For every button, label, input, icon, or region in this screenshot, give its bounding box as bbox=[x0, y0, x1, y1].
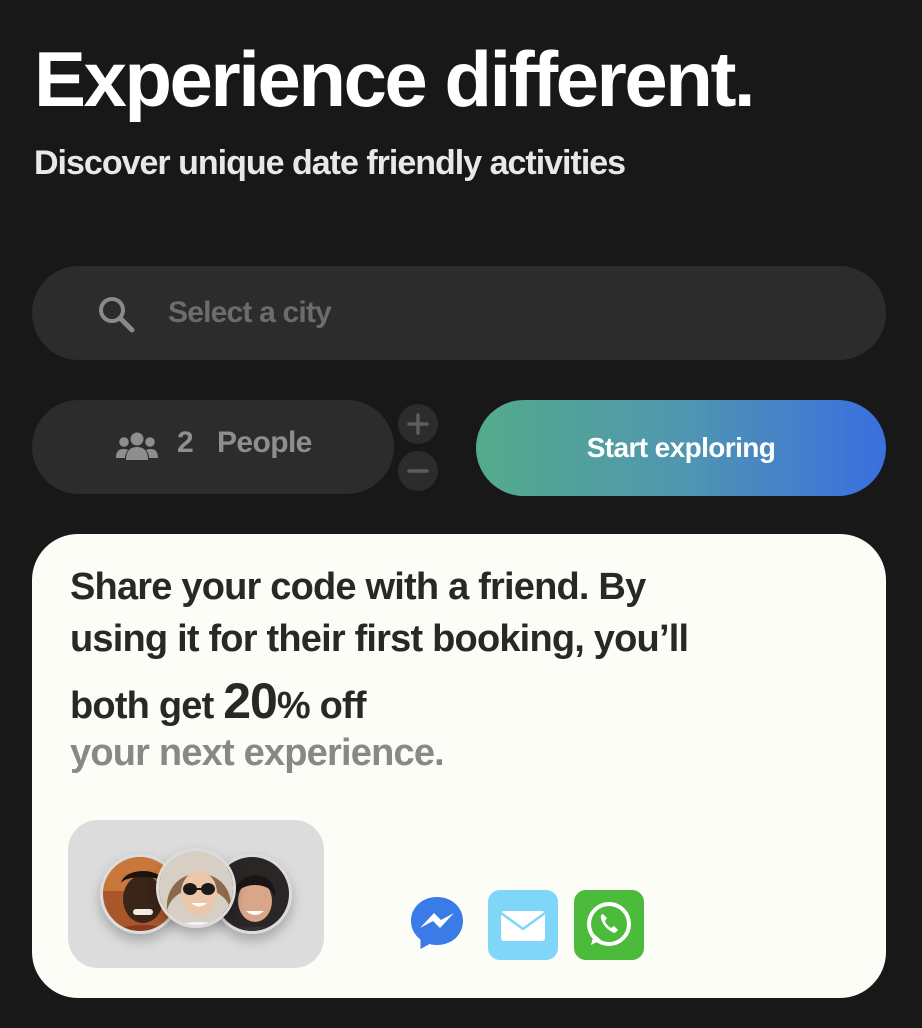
referral-text-line-1: Share your code with a friend. By bbox=[70, 566, 646, 608]
plus-icon bbox=[407, 413, 429, 435]
people-selector[interactable]: 2 People bbox=[32, 400, 394, 494]
city-search-bar[interactable] bbox=[32, 266, 886, 360]
referral-text-line-4: your next experience. bbox=[70, 732, 445, 774]
discount-suffix: % off bbox=[276, 685, 367, 727]
messenger-icon[interactable] bbox=[408, 894, 466, 952]
referral-text-line-2: using it for their first booking, you’ll bbox=[70, 618, 689, 660]
friends-avatar-group[interactable] bbox=[68, 820, 324, 968]
discount-number: 20 bbox=[223, 673, 278, 729]
app-page: Experience different. Discover unique da… bbox=[0, 0, 922, 1028]
page-title: Experience different. bbox=[34, 35, 756, 123]
start-exploring-button[interactable]: Start exploring bbox=[476, 400, 886, 496]
minus-icon bbox=[407, 469, 429, 473]
mail-icon[interactable] bbox=[488, 890, 558, 960]
people-label: People bbox=[217, 426, 312, 459]
city-search-input[interactable] bbox=[168, 288, 848, 338]
group-icon bbox=[116, 432, 158, 460]
increment-people-button[interactable] bbox=[398, 404, 438, 444]
page-subtitle: Discover unique date friendly activities bbox=[34, 144, 626, 182]
referral-card: Share your code with a friend. By using … bbox=[32, 534, 886, 998]
decrement-people-button[interactable] bbox=[398, 451, 438, 491]
people-count: 2 bbox=[177, 426, 194, 459]
referral-text-line-3: both get 20% off bbox=[70, 672, 367, 730]
referral-prefix: both get bbox=[70, 685, 224, 727]
avatar-friend-2 bbox=[156, 848, 236, 928]
search-icon bbox=[99, 297, 135, 333]
whatsapp-icon[interactable] bbox=[574, 890, 644, 960]
